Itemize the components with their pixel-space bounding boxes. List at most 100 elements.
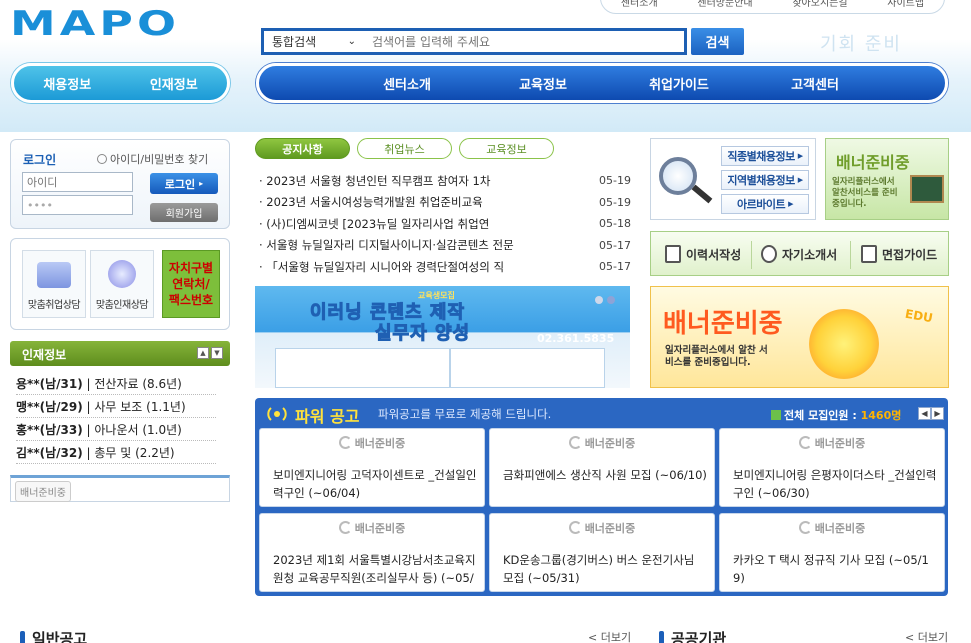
job-card[interactable]: 배너준비중 보미엔지니어링 은평자이더스타 _건설인력구인 (~06/30) (719, 428, 945, 507)
main-nav-center[interactable]: 센터소개 (339, 74, 475, 93)
search-category-select[interactable]: 통합검색 ⌄ (264, 31, 364, 52)
list-item[interactable]: 홍**(남/33) | 아나운서 (1.0년) (16, 418, 216, 441)
job-info-panel: 직종별채용정보 ▶ 지역별채용정보 ▶ 아르바이트 ▶ (650, 138, 816, 220)
job-card-title: 보미엔지니어링 고덕자이센트로 _건설일인력구인 (~06/04) (273, 468, 477, 500)
video-icon (861, 245, 877, 263)
list-item[interactable]: · 2023년 서울시여성능력개발원 취업준비교육 05-19 (259, 192, 631, 214)
general-notice-title: 일반공고 (32, 630, 88, 643)
divider (751, 241, 752, 269)
public-org-more-link[interactable]: < 더보기 (905, 629, 948, 643)
tab-notice[interactable]: 공지사항 (255, 138, 350, 159)
list-item[interactable]: · 서울형 뉴딜일자리 디지털사이니지·실감콘텐츠 전문 05-17 (259, 235, 631, 257)
chevron-right-icon[interactable]: ▶ (931, 407, 944, 420)
search-input[interactable] (364, 31, 684, 52)
job-card[interactable]: 배너준비중 보미엔지니어링 고덕자이센트로 _건설일인력구인 (~06/04) (259, 428, 485, 507)
job-card-ready-label: 배너준비중 (354, 437, 406, 450)
login-password-input[interactable] (22, 195, 133, 215)
job-card[interactable]: 배너준비중 금화피앤에스 생산직 사원 모집 (~06/10) (489, 428, 715, 507)
list-item[interactable]: 김**(남/32) | 총무 및 (2.2년) (16, 441, 216, 464)
join-button[interactable]: 회원가입 (150, 203, 218, 222)
job-card-ready: 배너준비중 (720, 435, 944, 451)
nav-talent-info[interactable]: 인재정보 (150, 74, 198, 93)
quick-talent-counsel[interactable]: 맞춤인재상담 (90, 250, 154, 318)
search-button[interactable]: 검색 (691, 28, 744, 55)
news-title: · (사)디엠씨코넷 [2023뉴딜 일자리사업 취업연 (259, 216, 490, 231)
login-panel: 로그인 아이디/비밀번호 찾기 로그인 ▸ 회원가입 (10, 139, 230, 229)
find-account-link[interactable]: 아이디/비밀번호 찾기 (97, 151, 208, 167)
util-link-visit[interactable]: 센터방문안내 (697, 0, 752, 9)
guide-interview[interactable]: 면접가이드 (861, 245, 937, 263)
news-date: 05-18 (599, 217, 631, 231)
guide-resume[interactable]: 이력서작성 (665, 245, 741, 263)
left-banner[interactable]: 배너준비중 (10, 475, 230, 502)
job-by-occupation-button[interactable]: 직종별채용정보 ▶ (721, 146, 809, 166)
chevron-left-icon[interactable]: ◀ (918, 407, 931, 420)
power-job-section: 파워 공고 파워공고를 무료로 제공해 드립니다. 전체 모집인원 : 1460… (255, 398, 948, 596)
chevron-right-icon: ▶ (788, 200, 793, 208)
job-card[interactable]: 배너준비중 카카오 T 택시 정규직 기사 모집 (~05/19) (719, 513, 945, 592)
search-category-value: 통합검색 (272, 35, 317, 49)
power-job-title: 파워 공고 (295, 407, 360, 426)
quick-job-counsel[interactable]: 맞춤취업상담 (22, 250, 86, 318)
region-contact-button[interactable]: 자치구별 연락처/ 팩스번호 (162, 250, 220, 318)
chevron-right-icon: ▶ (797, 152, 803, 160)
login-id-input[interactable] (22, 172, 133, 192)
main-nav-customer[interactable]: 고객센터 (747, 74, 883, 93)
guide-cover-letter-label: 자기소개서 (782, 247, 838, 262)
chevron-up-icon[interactable]: ▲ (197, 347, 209, 359)
job-card[interactable]: 배너준비중 KD운송그룹(경기버스) 버스 운전기사님 모집 (~05/31) (489, 513, 715, 592)
header-decoration-text: 기회 준비 (820, 34, 902, 55)
talent-list: 용**(남/31) | 전산자료 (8.6년) 맹**(남/29) | 사무 보… (16, 372, 216, 464)
job-by-region-label: 지역별채용정보 (727, 174, 795, 187)
job-card-title: 보미엔지니어링 은평자이더스타 _건설인력구인 (~06/30) (733, 468, 937, 500)
talent-name: 맹**(남/29) (16, 399, 83, 414)
job-card-ready-label: 배너준비중 (354, 522, 406, 535)
tab-education[interactable]: 교육정보 (459, 138, 554, 159)
talent-name: 홍**(남/33) (16, 422, 83, 437)
general-notice-more-link[interactable]: < 더보기 (588, 629, 631, 643)
part-time-button[interactable]: 아르바이트 ▶ (721, 194, 809, 214)
main-nav-guide[interactable]: 취업가이드 (611, 74, 747, 93)
job-card-ready-label: 배너준비중 (814, 522, 866, 535)
quick-talent-counsel-label: 맞춤인재상담 (95, 300, 149, 311)
guide-cover-letter[interactable]: 자기소개서 (761, 245, 837, 263)
public-org-title: 공공기관 (671, 630, 727, 643)
list-item[interactable]: · 「서울형 뉴딜일자리 시니어와 경력단절여성의 직 05-17 (259, 256, 631, 278)
search-icon (97, 154, 107, 164)
list-item[interactable]: 맹**(남/29) | 사무 보조 (1.1년) (16, 395, 216, 418)
power-job-subtitle: 파워공고를 무료로 제공해 드립니다. (378, 407, 552, 421)
site-logo[interactable]: MAPO (10, 4, 180, 44)
job-card-title: 2023년 제1회 서울특별시강남서초교육지원청 교육공무직원(조리실무사 등)… (273, 553, 476, 585)
loading-icon (798, 436, 812, 449)
util-link-center[interactable]: 센터소개 (621, 0, 658, 9)
left-banner-label: 배너준비중 (15, 481, 71, 502)
talent-info: | 사무 보조 (1.1년) (86, 399, 186, 414)
main-nav-education[interactable]: 교육정보 (475, 74, 611, 93)
banner-ready-small[interactable]: 배너준비중 일자리플러스에서 알찬서비스를 준비중입니다. (825, 138, 949, 220)
nav-job-info[interactable]: 채용정보 (43, 74, 91, 93)
blackboard-icon (910, 175, 944, 203)
talent-info: | 아나운서 (1.0년) (86, 422, 182, 437)
job-by-region-button[interactable]: 지역별채용정보 ▶ (721, 170, 809, 190)
news-date: 05-19 (599, 174, 631, 188)
slide-dot-icon[interactable] (595, 296, 603, 304)
chevron-down-icon[interactable]: ▼ (211, 347, 223, 359)
util-link-directions[interactable]: 찾아오시는길 (792, 0, 847, 9)
job-card[interactable]: 배너준비중 2023년 제1회 서울특별시강남서초교육지원청 교육공무직원(조리… (259, 513, 485, 592)
list-item[interactable]: 용**(남/31) | 전산자료 (8.6년) (16, 372, 216, 395)
slide-dot-icon[interactable] (607, 296, 615, 304)
list-item[interactable]: · (사)디엠씨코넷 [2023뉴딜 일자리사업 취업연 05-18 (259, 213, 631, 235)
talent-info: | 총무 및 (2.2년) (86, 445, 175, 460)
login-button[interactable]: 로그인 ▸ (150, 173, 218, 194)
job-card-ready: 배너준비중 (490, 520, 714, 536)
banner-ready-large-edu: EDU (903, 306, 934, 326)
banner-ready-large-desc: 일자리플러스에서 알찬 서비스를 준비중입니다. (665, 345, 768, 368)
util-link-sitemap[interactable]: 사이트맵 (887, 0, 924, 9)
list-item[interactable]: · 2023년 서울형 청년인턴 직무캠프 참여자 1차 05-19 (259, 170, 631, 192)
career-guide-panel: 이력서작성 자기소개서 면접가이드 (650, 231, 949, 276)
sun-illustration (809, 309, 879, 379)
education-banner[interactable]: 교육생모집 이러닝 콘텐츠 제작 실무자 양성 02.361.5835 (255, 286, 630, 388)
job-card-ready: 배너준비중 (720, 520, 944, 536)
banner-ready-large[interactable]: 배너준비중 일자리플러스에서 알찬 서비스를 준비중입니다. EDU (650, 286, 949, 388)
tab-job-news[interactable]: 취업뉴스 (357, 138, 452, 159)
